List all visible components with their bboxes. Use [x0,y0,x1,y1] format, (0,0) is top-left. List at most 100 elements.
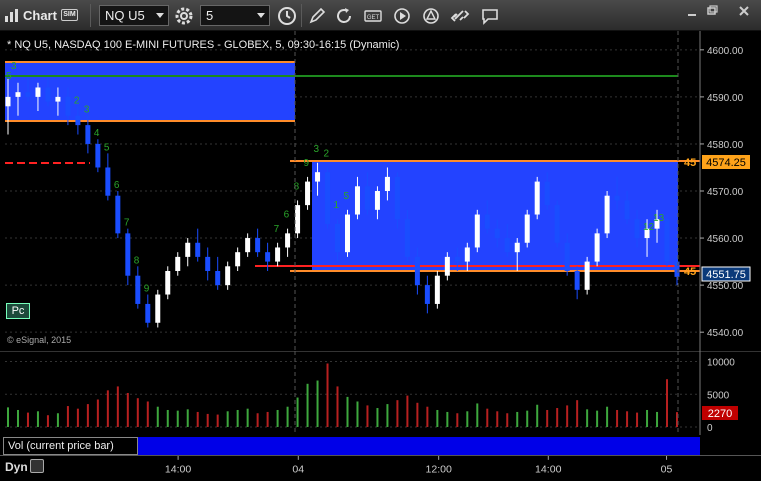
volume-legend-strip [138,437,700,455]
toolbar-separator [90,4,91,27]
candle-body [185,242,191,257]
price-tick-label: 4540.00 [707,328,744,339]
candle-body [125,233,131,276]
play-icon[interactable] [391,5,413,27]
candle-body [434,275,440,304]
link-icon[interactable] [449,5,471,27]
candle-body [145,303,151,323]
toolbar-separator [301,4,302,27]
alert-icon[interactable] [420,5,442,27]
sequence-marker: 4 [94,128,100,139]
candle-body [85,125,91,144]
sequence-marker: 1 [334,200,340,211]
candle-body [664,219,670,262]
candle-body [494,228,500,239]
lock-icon[interactable] [30,459,44,473]
price-tick-label: 4560.00 [707,234,744,245]
get-quote-icon[interactable]: GET [362,5,384,27]
sim-badge: SIM [61,9,78,21]
candle-body [394,176,400,220]
comment-icon[interactable] [479,5,501,27]
price-chart-panel[interactable]: 2345678976893 215121353 4600.004590.00458… [0,31,761,351]
volume-legend[interactable]: Vol (current price bar) [3,437,138,455]
price-tick-label: 4590.00 [707,93,744,104]
candle-body [105,167,111,196]
sequence-marker: 6 [284,210,290,221]
candle-body [384,176,390,191]
candle-body [295,205,301,234]
candle-body [414,256,420,286]
candle-body [5,96,11,107]
candle-body [165,271,171,295]
candle-body [25,92,31,97]
chevron-down-icon[interactable] [257,13,265,18]
candle-body [564,242,570,271]
window-title: Chart [23,8,57,23]
candle-body [484,214,490,229]
current-price-tag-text: 4551.75 [706,269,746,281]
candle-body [444,256,450,276]
candle-body [344,214,350,253]
sequence-marker: 3 [314,144,320,155]
candle-body [275,247,281,262]
chevron-down-icon[interactable] [156,13,164,18]
copyright-text: © eSignal, 2015 [7,335,72,345]
upper-price-tag-text: 4574.25 [706,157,746,169]
candle-body [574,271,580,290]
candle-body [404,219,410,257]
candle-body [285,233,291,248]
pc-button[interactable]: Pc [6,303,30,319]
sequence-marker: 7 [274,224,280,235]
settings-icon[interactable] [173,5,195,27]
restore-icon[interactable] [705,4,719,18]
candle-body [305,181,311,206]
candle-body [115,195,121,234]
sequence-marker: 7 [124,218,130,229]
close-icon[interactable] [737,4,751,18]
candle-body [45,87,51,102]
candle-body [604,195,610,234]
refresh-icon[interactable] [333,5,355,27]
study-header: * NQ U5, NASDAQ 100 E-MINI FUTURES - GLO… [7,39,400,51]
candle-body [265,252,271,262]
volume-tick-label: 0 [707,423,713,434]
candle-body [135,275,141,304]
price-tick-label: 4570.00 [707,187,744,198]
candle-body [424,285,430,304]
clock-icon[interactable] [276,5,298,27]
sequence-marker: 3 [84,105,90,116]
left-cut-upper-label: 45 [684,157,696,169]
candle-body [65,96,71,116]
range-box-right [312,161,678,271]
minimize-icon[interactable] [685,4,699,18]
candle-body [354,186,360,215]
candle-body [335,223,341,253]
price-tick-label: 4580.00 [707,140,744,151]
svg-text:GET: GET [367,15,380,21]
candle-body [315,172,321,182]
candle-body [195,242,201,257]
sequence-marker: 5 [6,71,12,82]
volume-tick-label: 10000 [707,358,735,369]
sequence-marker: 9 [304,158,310,169]
sequence-marker: 2 [324,148,330,159]
candle-body [474,214,480,248]
price-tick-label: 4550.00 [707,281,744,292]
time-axis: 14:00 04 12:00 14:00 05 [0,455,761,481]
chart-icon[interactable] [4,7,20,23]
candle-body [594,233,600,262]
candle-body [514,242,520,253]
sequence-marker: 5 [104,142,110,153]
candle-body [95,143,101,168]
interval-input[interactable]: 5 [200,5,270,26]
candle-body [364,186,370,210]
sequence-marker: 8 [294,181,300,192]
candle-body [205,256,211,271]
symbol-input[interactable]: NQ U5 [99,5,169,26]
candle-body [245,238,251,253]
sequence-marker: 3 [11,61,17,72]
pencil-draw-icon[interactable] [306,5,328,27]
candle-body [454,256,460,262]
volume-panel[interactable]: 10000 5000 0 2270 [0,351,761,435]
sequence-marker: 12 [643,222,655,233]
